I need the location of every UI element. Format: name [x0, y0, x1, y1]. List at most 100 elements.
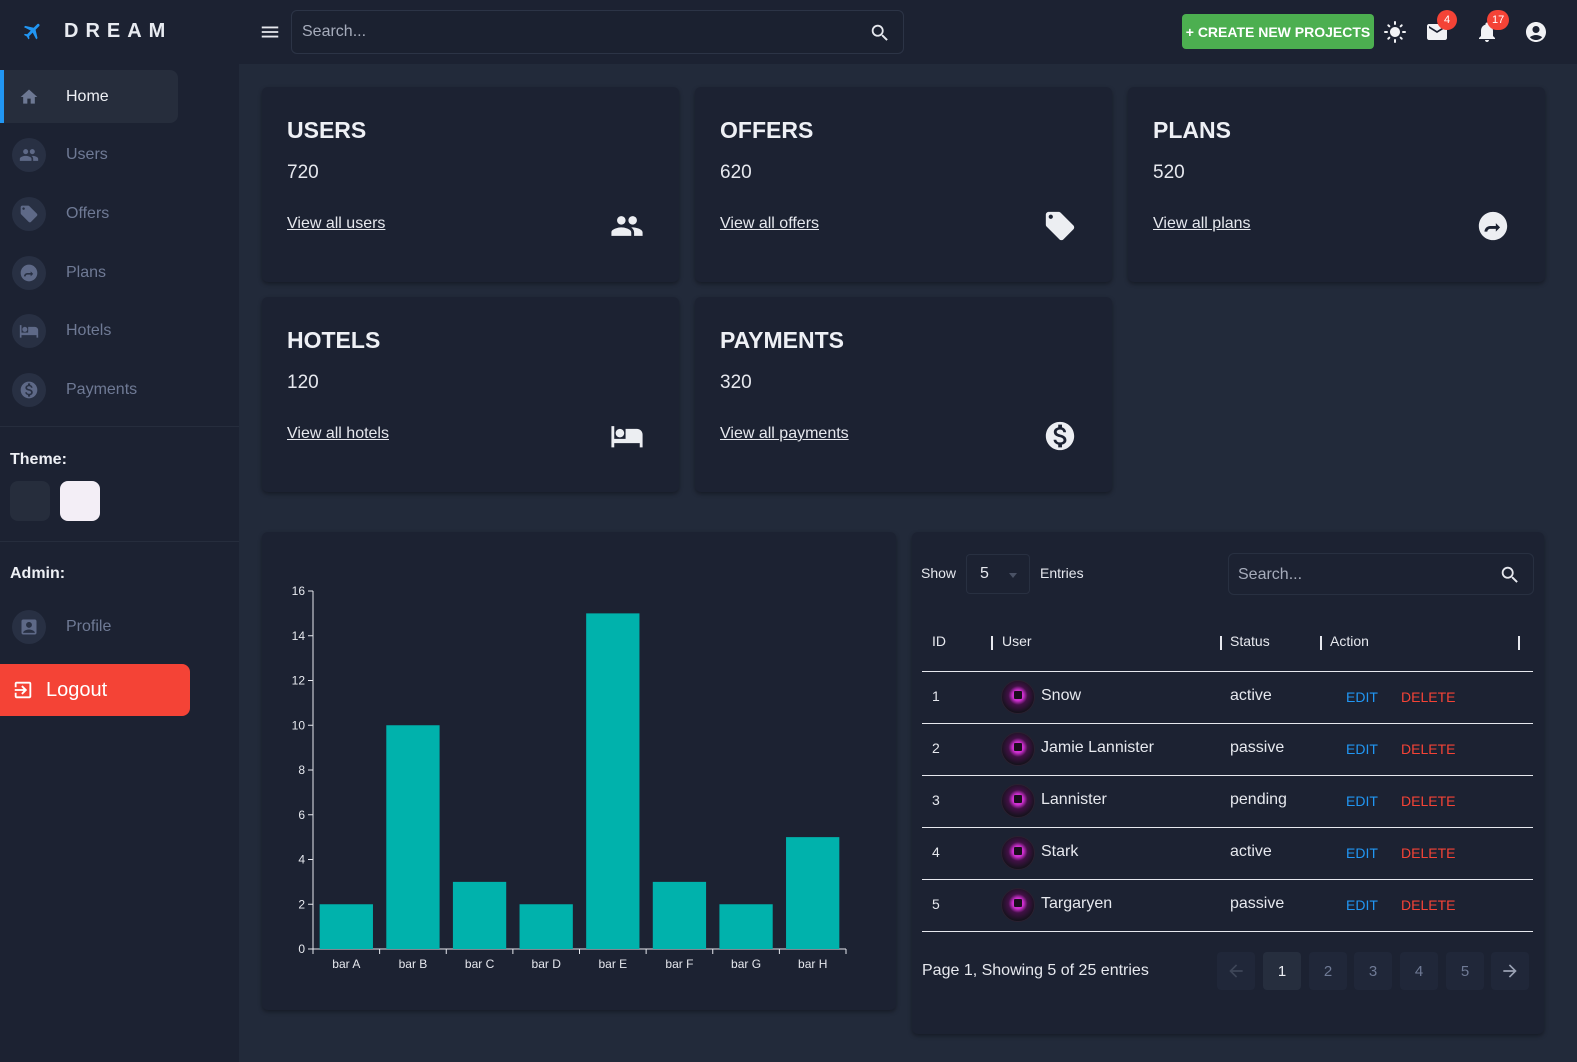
cell-id: 5 — [932, 896, 940, 912]
theme-toggle-icon[interactable] — [1383, 20, 1407, 44]
page-button-2[interactable]: 2 — [1309, 952, 1347, 990]
column-header-status[interactable]: Status — [1230, 633, 1270, 649]
card-hotels: HOTELS 120 View all hotels — [262, 297, 679, 492]
card-plans: PLANS 520 View all plans — [1128, 87, 1545, 282]
notifications-icon[interactable]: 17 — [1475, 10, 1510, 44]
logout-label: Logout — [46, 678, 108, 701]
theme-light-swatch[interactable] — [60, 481, 100, 521]
column-header-user[interactable]: User — [1002, 633, 1032, 649]
card-title: PLANS — [1153, 117, 1231, 143]
column-header-id[interactable]: ID — [932, 633, 946, 649]
page-button-4[interactable]: 4 — [1400, 952, 1438, 990]
show-label: Show — [921, 565, 957, 581]
column-separator[interactable] — [1320, 636, 1322, 650]
sidebar-item-users[interactable]: Users — [0, 128, 178, 181]
theme-dark-swatch[interactable] — [10, 481, 50, 521]
entries-label: Entries — [1040, 565, 1084, 581]
next-page-button[interactable] — [1491, 952, 1529, 990]
x-tick-label: bar D — [532, 957, 562, 971]
x-tick-label: bar A — [332, 957, 360, 971]
search-icon[interactable] — [869, 22, 891, 44]
sidebar-item-label: Profile — [66, 617, 112, 635]
airplane-icon — [23, 23, 40, 40]
delete-button[interactable]: DELETE — [1401, 845, 1455, 861]
column-separator[interactable] — [1518, 636, 1520, 650]
prev-page-button[interactable] — [1217, 952, 1255, 990]
delete-button[interactable]: DELETE — [1401, 793, 1455, 809]
edit-button[interactable]: EDIT — [1346, 741, 1378, 757]
logo[interactable]: DREAM — [22, 18, 172, 44]
create-new-projects-button[interactable]: + CREATE NEW PROJECTS — [1182, 14, 1374, 49]
sidebar-item-plans[interactable]: Plans — [0, 246, 178, 299]
view-all-offers-link[interactable]: View all offers — [720, 215, 819, 233]
topbar: + CREATE NEW PROJECTS 4 17 — [239, 0, 1577, 64]
bar — [519, 904, 573, 949]
bar-chart: 0 2 4 6 8 10 12 14 16 bar A bar B bar C bar D bar E ba… — [292, 584, 847, 971]
sidebar-item-payments[interactable]: Payments — [0, 363, 178, 416]
entries-select[interactable]: 5 — [966, 554, 1030, 594]
cell-user: Snow — [1041, 687, 1082, 704]
bar — [386, 725, 440, 949]
tag-icon — [1043, 209, 1077, 243]
sidebar-item-label: Payments — [66, 380, 138, 398]
edit-button[interactable]: EDIT — [1346, 845, 1378, 861]
view-all-plans-link[interactable]: View all plans — [1153, 215, 1251, 233]
card-count: 120 — [287, 372, 319, 393]
card-count: 720 — [287, 162, 319, 183]
table-row: 2 Jamie Lannister passive EDIT DELETE — [922, 723, 1533, 775]
card-offers: OFFERS 620 View all offers — [695, 87, 1112, 282]
cell-status: passive — [1230, 739, 1285, 756]
card-title: USERS — [287, 117, 367, 143]
entries-value: 5 — [980, 565, 989, 582]
sidebar: DREAM Home Users Offers Plans Hotels Pay… — [0, 0, 239, 1062]
view-all-users-link[interactable]: View all users — [287, 215, 385, 233]
y-tick-label: 10 — [292, 718, 306, 732]
sidebar-item-offers[interactable]: Offers — [0, 187, 178, 240]
page-button-3[interactable]: 3 — [1354, 952, 1392, 990]
sidebar-item-hotels[interactable]: Hotels — [0, 304, 178, 357]
mail-icon[interactable]: 4 — [1425, 10, 1457, 44]
y-tick-label: 16 — [292, 584, 306, 598]
edit-button[interactable]: EDIT — [1346, 793, 1378, 809]
theme-title: Theme: — [10, 451, 67, 468]
view-all-hotels-link[interactable]: View all hotels — [287, 425, 389, 443]
table-row: 1 Snow active EDIT DELETE — [922, 671, 1533, 723]
users-icon — [610, 209, 644, 243]
cell-user: Jamie Lannister — [1041, 739, 1154, 756]
cell-user: Lannister — [1041, 791, 1107, 808]
column-separator[interactable] — [991, 636, 993, 650]
edit-button[interactable]: EDIT — [1346, 897, 1378, 913]
logout-icon — [14, 681, 32, 699]
page-button-1[interactable]: 1 — [1263, 952, 1301, 990]
y-tick-label: 8 — [298, 763, 305, 777]
search-input[interactable] — [302, 21, 842, 43]
delete-button[interactable]: DELETE — [1401, 689, 1455, 705]
column-header-action[interactable]: Action — [1330, 633, 1369, 649]
search-icon[interactable] — [1499, 564, 1521, 586]
menu-icon[interactable] — [259, 21, 281, 43]
column-separator[interactable] — [1220, 636, 1222, 650]
arrow-left-icon — [1229, 964, 1243, 978]
card-title: PAYMENTS — [720, 327, 844, 353]
view-all-payments-link[interactable]: View all payments — [720, 425, 849, 443]
chevron-down-icon — [1009, 573, 1017, 578]
avatar — [1001, 680, 1035, 714]
sidebar-item-profile[interactable]: Profile — [0, 600, 178, 653]
profile-icon — [12, 609, 46, 644]
edit-button[interactable]: EDIT — [1346, 689, 1378, 705]
card-users: USERS 720 View all users — [262, 87, 679, 282]
delete-button[interactable]: DELETE — [1401, 897, 1455, 913]
logout-button[interactable]: Logout — [0, 664, 190, 716]
cell-user: Stark — [1041, 843, 1079, 860]
sidebar-item-home[interactable]: Home — [0, 70, 178, 123]
chart-panel: 0 2 4 6 8 10 12 14 16 bar A bar B bar C bar D bar E ba… — [262, 532, 896, 1010]
delete-button[interactable]: DELETE — [1401, 741, 1455, 757]
sidebar-item-label: Plans — [66, 263, 107, 281]
sidebar-item-label: Home — [66, 87, 109, 105]
cell-status: passive — [1230, 895, 1285, 912]
account-icon[interactable] — [1524, 20, 1548, 44]
table-search-input[interactable] — [1238, 564, 1488, 586]
cell-status: active — [1230, 687, 1272, 704]
y-tick-label: 2 — [298, 897, 305, 911]
page-button-5[interactable]: 5 — [1446, 952, 1484, 990]
